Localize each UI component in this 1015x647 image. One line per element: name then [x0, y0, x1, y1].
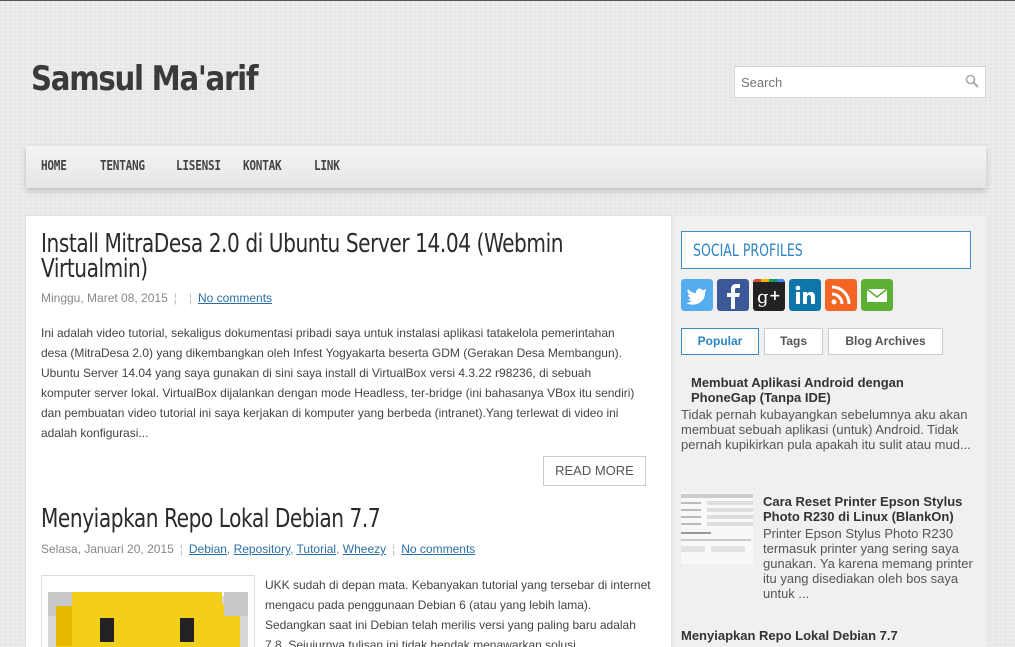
tab-tags[interactable]: Tags	[764, 328, 823, 355]
nav-kontak[interactable]: KONTAK	[243, 159, 282, 174]
site-title[interactable]: Samsul Ma'arif	[31, 59, 259, 99]
main-content: Install MitraDesa 2.0 di Ubuntu Server 1…	[26, 216, 671, 647]
popular-post-title[interactable]: Membuat Aplikasi Android dengan PhoneGap…	[691, 375, 951, 405]
sidebar: SOCIAL PROFILES g + Popular Tags Blog Ar…	[674, 216, 986, 647]
tab-blog-archives[interactable]: Blog Archives	[828, 328, 943, 355]
post-excerpt: UKK sudah di depan mata. Kebanyakan tuto…	[265, 578, 651, 647]
popular-post-title[interactable]: Cara Reset Printer Epson Stylus Photo R2…	[763, 494, 973, 524]
svg-text:g: g	[757, 287, 769, 308]
social-profiles-header: SOCIAL PROFILES	[681, 231, 971, 269]
search-box	[734, 66, 986, 98]
post-label[interactable]: Tutorial	[297, 542, 337, 556]
nav-home[interactable]: HOME	[41, 159, 67, 174]
nav-link[interactable]: LINK	[314, 159, 340, 174]
post-excerpt: Ini adalah video tutorial, sekaligus dok…	[41, 326, 635, 440]
svg-text:+: +	[769, 288, 781, 304]
nav-tentang[interactable]: TENTANG	[100, 159, 145, 174]
google-plus-icon[interactable]: g +	[753, 279, 785, 311]
popular-post-snippet: Tidak pernah kubayangkan sebelumnya aku …	[681, 407, 971, 452]
facebook-icon[interactable]	[717, 279, 749, 311]
linkedin-icon[interactable]	[789, 279, 821, 311]
widget-title: SOCIAL PROFILES	[693, 241, 803, 261]
twitter-icon[interactable]	[681, 279, 713, 311]
post-comments-link[interactable]: No comments	[401, 542, 475, 556]
post-meta: Minggu, Maret 08, 2015 ¦ ¦ No comments	[41, 291, 273, 305]
post-thumbnail[interactable]	[41, 575, 255, 647]
post-label[interactable]: Wheezy	[343, 542, 386, 556]
post-meta: Selasa, Januari 20, 2015 ¦ Debian, Reposit…	[41, 542, 476, 556]
search-icon[interactable]	[965, 74, 979, 88]
popular-post-title[interactable]: Menyiapkan Repo Lokal Debian 7.7	[681, 628, 971, 643]
post-title[interactable]: Install MitraDesa 2.0 di Ubuntu Server 1…	[41, 231, 626, 282]
rss-icon[interactable]	[825, 279, 857, 311]
post-date: Selasa, Januari 20, 2015	[41, 542, 174, 556]
post-title[interactable]: Menyiapkan Repo Lokal Debian 7.7	[41, 506, 381, 532]
post-label[interactable]: Repository	[234, 542, 290, 556]
tab-popular[interactable]: Popular	[681, 328, 759, 355]
post-label[interactable]: Debian	[189, 542, 227, 556]
main-navigation: HOME TENTANG LISENSI KONTAK LINK	[26, 146, 986, 188]
nav-lisensi[interactable]: LISENSI	[176, 159, 221, 174]
popular-post-snippet: Printer Epson Stylus Photo R230 termasuk…	[681, 526, 981, 601]
post-date: Minggu, Maret 08, 2015	[41, 291, 168, 305]
email-icon[interactable]	[861, 279, 893, 311]
read-more-button[interactable]: READ MORE	[543, 456, 646, 486]
snippet-wrap: Printer Epson Stylus Photo R230 termasuk…	[763, 526, 973, 601]
search-input[interactable]	[735, 67, 955, 97]
pixelated-smiley-image	[48, 592, 248, 647]
post-comments-link[interactable]: No comments	[198, 291, 272, 305]
